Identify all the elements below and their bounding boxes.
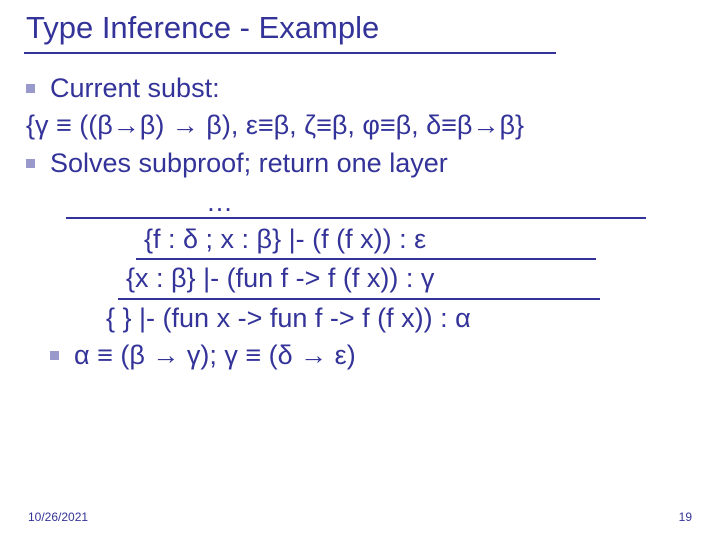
proof-rule-line: [118, 298, 600, 300]
constraints-text: α ≡ (β → γ); γ ≡ (δ → ε): [74, 337, 356, 374]
proof-line-1: {f : δ ; x : β} |- (f (f x)) : ε: [144, 221, 694, 258]
bullet-icon: [26, 159, 35, 168]
footer-page-number: 19: [679, 510, 692, 524]
bullet-current-subst: Current subst:: [26, 70, 694, 107]
proof-rule-line: [66, 217, 646, 219]
bullet-text: Solves subproof; return one layer: [50, 148, 448, 178]
proof-rule-line: [136, 258, 596, 260]
proof-derivation: … {f : δ ; x : β} |- (f (f x)) : ε {x : …: [26, 184, 694, 374]
ellipsis: …: [206, 184, 694, 221]
proof-line-2: {x : β} |- (fun f -> f (f x)) : γ: [126, 260, 694, 297]
substitution-line: {γ ≡ ((β→β) → β), ε≡β, ζ≡β, φ≡β, δ≡β→β}: [26, 107, 694, 144]
bullet-solves: Solves subproof; return one layer: [26, 145, 694, 182]
footer-date: 10/26/2021: [28, 510, 88, 524]
bullet-icon: [50, 351, 59, 360]
page-title: Type Inference - Example: [26, 10, 379, 46]
slide: Type Inference - Example Current subst: …: [0, 0, 720, 540]
title-underline: [24, 52, 556, 54]
bullet-icon: [26, 84, 35, 93]
proof-line-3: { } |- (fun x -> fun f -> f (f x)) : α: [106, 300, 694, 337]
bullet-constraints: α ≡ (β → γ); γ ≡ (δ → ε): [50, 337, 694, 374]
slide-body: Current subst: {γ ≡ ((β→β) → β), ε≡β, ζ≡…: [26, 70, 694, 374]
bullet-text: Current subst:: [50, 73, 220, 103]
